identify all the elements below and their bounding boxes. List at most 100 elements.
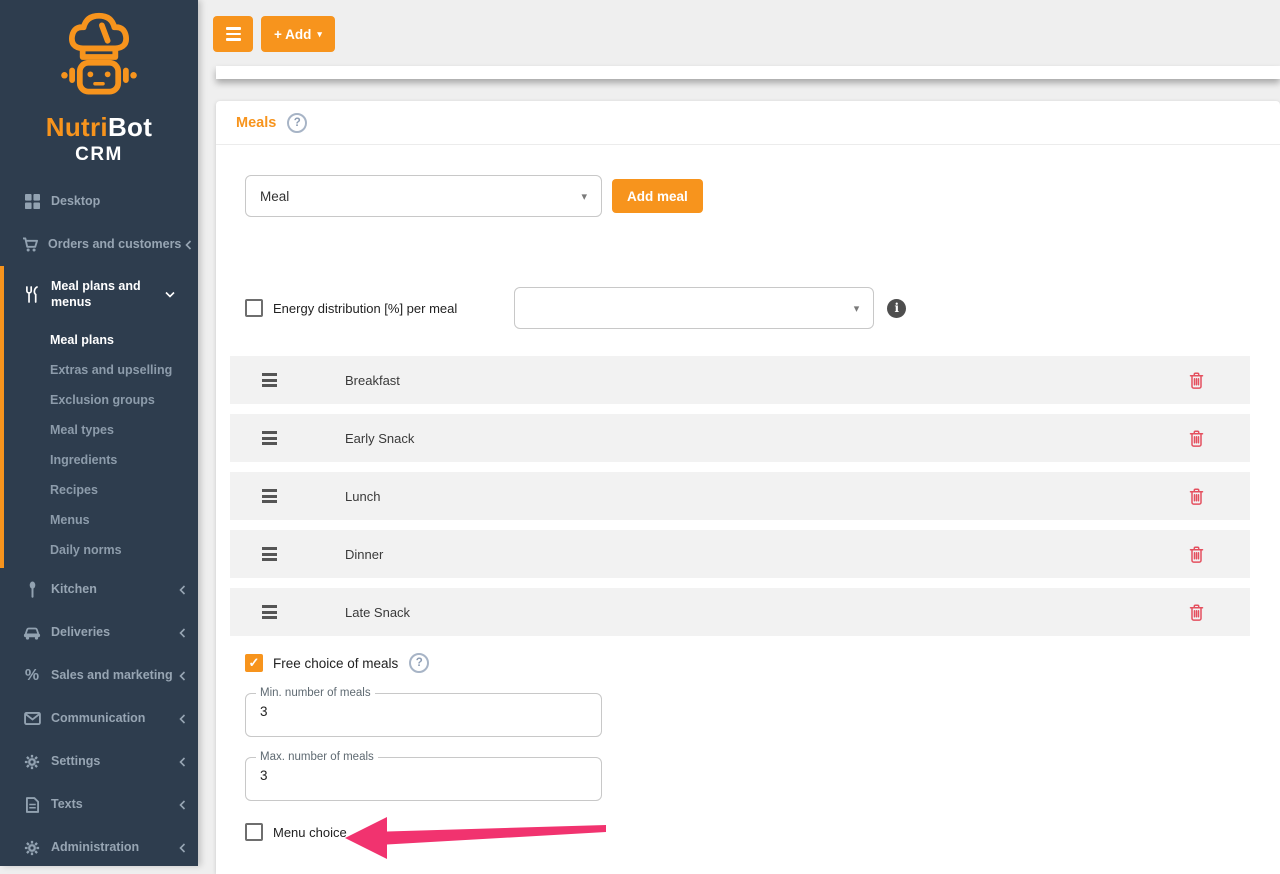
sidebar-item-recipes[interactable]: Recipes: [0, 475, 198, 505]
trash-icon: [1189, 430, 1204, 447]
sidebar-item-meal-plans-and-menus[interactable]: Meal plans and menus: [0, 266, 198, 322]
energy-distribution-checkbox[interactable]: [245, 299, 263, 317]
menu-choice-checkbox[interactable]: [245, 823, 263, 841]
sidebar-item-label: Deliveries: [51, 624, 175, 640]
document-icon: [22, 797, 42, 813]
sidebar-item-label: Sales and marketing: [51, 667, 175, 683]
sidebar-item-desktop[interactable]: Desktop: [0, 180, 198, 223]
caret-down-icon: ▾: [854, 302, 860, 315]
chevron-left-icon: [179, 628, 186, 638]
chevron-left-icon: [179, 843, 186, 853]
max-meals-input[interactable]: [246, 758, 601, 800]
meal-name: Late Snack: [345, 605, 410, 620]
sidebar-item-label: Meal types: [50, 423, 114, 437]
trash-icon: [1189, 488, 1204, 505]
add-button[interactable]: + Add ▾: [261, 16, 335, 52]
energy-distribution-label: Energy distribution [%] per meal: [273, 301, 457, 316]
meal-name: Early Snack: [345, 431, 414, 446]
sidebar-item-daily-norms[interactable]: Daily norms: [0, 535, 198, 565]
drag-handle-icon[interactable]: [262, 605, 277, 619]
meal-list: Breakfast Early Snack Lunch: [230, 356, 1250, 636]
meals-panel-header: Meals ?: [216, 101, 1280, 145]
min-meals-input[interactable]: [246, 694, 601, 736]
sidebar-item-label: Kitchen: [51, 581, 175, 597]
energy-distribution-select[interactable]: ▾: [514, 287, 874, 329]
meal-select[interactable]: Meal ▾: [245, 175, 602, 217]
sidebar-item-administration[interactable]: Administration: [0, 826, 198, 869]
sidebar-item-deliveries[interactable]: Deliveries: [0, 611, 198, 654]
sidebar-item-communication[interactable]: Communication: [0, 697, 198, 740]
min-meals-field: Min. number of meals: [245, 693, 602, 737]
sidebar-item-label: Recipes: [50, 483, 98, 497]
chevron-left-icon: [179, 800, 186, 810]
sidebar-item-label: Menus: [50, 513, 90, 527]
caret-down-icon: ▾: [317, 29, 322, 40]
sidebar-item-kitchen[interactable]: Kitchen: [0, 568, 198, 611]
cart-icon: [22, 237, 39, 252]
drag-handle-icon[interactable]: [262, 431, 277, 445]
max-meals-label: Max. number of meals: [256, 751, 378, 763]
sidebar-item-label: Settings: [51, 753, 175, 769]
meal-row: Lunch: [230, 472, 1250, 520]
delete-meal-button[interactable]: [1189, 430, 1204, 447]
brand-subtitle: CRM: [0, 143, 198, 167]
meal-row: Early Snack: [230, 414, 1250, 462]
app-logo: NutriBot CRM: [0, 0, 198, 167]
brand-name-part1: Nutri: [46, 112, 108, 142]
add-meal-button[interactable]: Add meal: [612, 179, 703, 213]
min-meals-label: Min. number of meals: [256, 687, 375, 699]
help-icon[interactable]: ?: [409, 653, 429, 673]
gear-icon: [22, 840, 42, 856]
hamburger-icon: [226, 27, 241, 41]
utensils-icon: [22, 286, 42, 303]
chevron-left-icon: [179, 671, 186, 681]
info-icon[interactable]: i: [887, 299, 906, 318]
free-choice-row: ✓ Free choice of meals ?: [245, 653, 1250, 673]
sidebar-item-label: Daily norms: [50, 543, 122, 557]
sidebar-item-menus[interactable]: Menus: [0, 505, 198, 535]
percent-icon: %: [22, 667, 42, 685]
sidebar-item-settings[interactable]: Settings: [0, 740, 198, 783]
help-icon[interactable]: ?: [287, 113, 307, 133]
meals-panel-body: Meal ▾ Add meal Energy distribution [%] …: [216, 175, 1280, 841]
sidebar-item-extras-and-upselling[interactable]: Extras and upselling: [0, 355, 198, 385]
sidebar-item-orders-and-customers[interactable]: Orders and customers: [0, 223, 198, 266]
chef-robot-logo-icon: [49, 10, 149, 106]
meals-panel: Meals ? Meal ▾ Add meal Energy distribut…: [216, 101, 1280, 874]
sidebar-item-label: Desktop: [51, 193, 186, 209]
sidebar-nav: Desktop Orders and customers Meal plans …: [0, 180, 198, 869]
trash-icon: [1189, 546, 1204, 563]
chevron-left-icon: [185, 240, 192, 250]
envelope-icon: [22, 712, 42, 725]
sidebar-item-label: Meal plans: [50, 333, 114, 347]
sidebar-item-label: Administration: [51, 839, 175, 855]
meal-name: Dinner: [345, 547, 383, 562]
free-choice-checkbox[interactable]: ✓: [245, 654, 263, 672]
section-title: Meals: [236, 115, 276, 131]
meal-name: Breakfast: [345, 373, 400, 388]
sidebar-item-texts[interactable]: Texts: [0, 783, 198, 826]
free-choice-label: Free choice of meals: [273, 656, 398, 671]
sidebar-item-label: Extras and upselling: [50, 363, 172, 377]
sidebar-item-meal-plans[interactable]: Meal plans: [0, 325, 198, 355]
delete-meal-button[interactable]: [1189, 604, 1204, 621]
sidebar-item-exclusion-groups[interactable]: Exclusion groups: [0, 385, 198, 415]
sidebar-item-label: Ingredients: [50, 453, 117, 467]
sidebar-toggle-button[interactable]: [213, 16, 253, 52]
meal-select-value: Meal: [260, 189, 289, 204]
meal-row: Breakfast: [230, 356, 1250, 404]
menu-choice-label: Menu choice: [273, 825, 347, 840]
chevron-left-icon: [179, 714, 186, 724]
sidebar-submenu: Meal plans Extras and upselling Exclusio…: [0, 322, 198, 568]
sidebar-item-sales-and-marketing[interactable]: % Sales and marketing: [0, 654, 198, 697]
sidebar-item-ingredients[interactable]: Ingredients: [0, 445, 198, 475]
drag-handle-icon[interactable]: [262, 547, 277, 561]
sidebar-item-meal-types[interactable]: Meal types: [0, 415, 198, 445]
delete-meal-button[interactable]: [1189, 488, 1204, 505]
add-button-label: + Add: [274, 27, 311, 42]
drag-handle-icon[interactable]: [262, 373, 277, 387]
menu-choice-row: Menu choice: [245, 823, 1250, 841]
delete-meal-button[interactable]: [1189, 372, 1204, 389]
delete-meal-button[interactable]: [1189, 546, 1204, 563]
drag-handle-icon[interactable]: [262, 489, 277, 503]
